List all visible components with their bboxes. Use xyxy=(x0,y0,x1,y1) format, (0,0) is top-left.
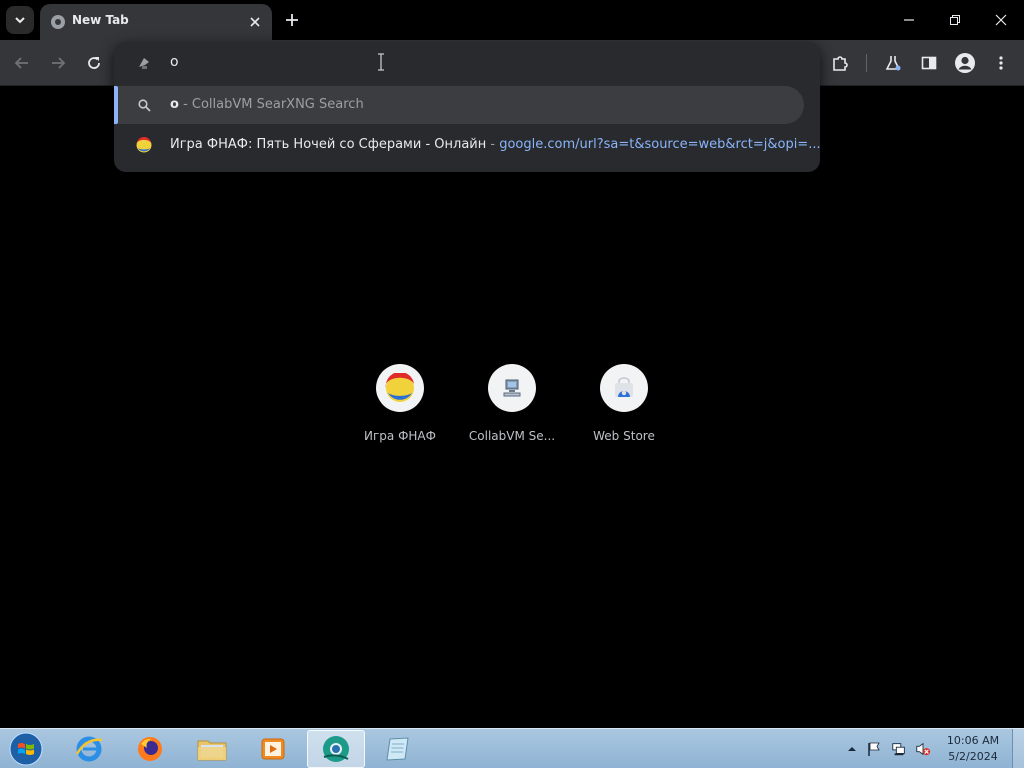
show-hidden-icons-button[interactable] xyxy=(844,741,860,757)
arrow-left-icon xyxy=(14,57,28,69)
tab-strip: New Tab xyxy=(0,0,1024,40)
tab-title: New Tab xyxy=(72,13,129,27)
labs-button[interactable] xyxy=(880,50,906,76)
omnibox-input[interactable]: o xyxy=(114,42,820,84)
arrow-right-icon xyxy=(52,57,66,69)
volume-muted-icon[interactable] xyxy=(915,741,931,757)
taskbar-media-player[interactable] xyxy=(244,730,302,768)
toolbar-divider xyxy=(866,54,867,72)
clock-time: 10:06 AM xyxy=(946,734,1000,747)
shortcut-web-store[interactable]: Web Store xyxy=(576,364,672,454)
taskbar-internet-explorer[interactable] xyxy=(60,730,118,768)
system-clock[interactable]: 10:06 AM 5/2/2024 xyxy=(940,733,1006,765)
extensions-button[interactable] xyxy=(827,50,853,76)
shortcut-collabvm[interactable]: CollabVM Se... xyxy=(464,364,560,454)
omnibox-input-text: o xyxy=(170,54,179,70)
flask-icon xyxy=(885,56,901,71)
suggestion-history-text: Игра ФНАФ: Пять Ночей со Сферами - Онлай… xyxy=(170,137,821,152)
tab-new-tab[interactable]: New Tab xyxy=(40,4,272,40)
internet-explorer-icon xyxy=(75,736,103,762)
back-button[interactable] xyxy=(9,50,35,76)
web-store-icon xyxy=(600,364,648,412)
text-cursor-icon xyxy=(378,53,384,71)
minimize-icon xyxy=(904,19,914,21)
avatar-icon xyxy=(955,53,975,73)
close-window-button[interactable] xyxy=(978,0,1024,40)
shortcut-label: Игра ФНАФ xyxy=(364,429,436,443)
side-panel-button[interactable] xyxy=(916,50,942,76)
restore-button[interactable] xyxy=(932,0,978,40)
tab-search-button[interactable] xyxy=(6,6,34,34)
shortcut-label: Web Store xyxy=(593,429,655,443)
minimize-button[interactable] xyxy=(886,0,932,40)
media-player-icon xyxy=(261,738,285,760)
search-icon xyxy=(136,97,152,113)
puzzle-icon xyxy=(833,56,848,71)
chevron-up-icon xyxy=(848,747,856,751)
taskbar-file-explorer[interactable] xyxy=(183,730,241,768)
firefox-icon xyxy=(138,737,162,761)
menu-button[interactable] xyxy=(988,50,1014,76)
plus-icon xyxy=(286,14,298,26)
site-favicon-icon xyxy=(136,137,152,153)
new-tab-button[interactable] xyxy=(280,8,304,32)
taskbar-firefox[interactable] xyxy=(121,730,179,768)
omnibox-dropdown: o o - CollabVM SearXNG Search Игра ФНАФ:… xyxy=(114,42,821,172)
profile-button[interactable] xyxy=(952,50,978,76)
search-engine-icon xyxy=(139,58,149,69)
browser-window: New Tab o o - CollabVM SearXNG Search Иг… xyxy=(0,0,1024,768)
start-button[interactable] xyxy=(6,731,46,767)
shortcut-fnaf-icon xyxy=(376,364,424,412)
computer-network-icon xyxy=(488,364,536,412)
windows-logo-icon xyxy=(9,732,43,766)
action-center-icon[interactable] xyxy=(866,741,882,757)
network-computer-icon xyxy=(892,743,905,756)
reload-icon xyxy=(88,57,100,69)
clock-date: 5/2/2024 xyxy=(948,750,998,763)
chromium-icon xyxy=(323,736,349,762)
reload-button[interactable] xyxy=(81,50,107,76)
suggestion-history[interactable]: Игра ФНАФ: Пять Ночей со Сферами - Онлай… xyxy=(114,126,821,164)
taskbar: 10:06 AM 5/2/2024 xyxy=(0,728,1024,768)
forward-button[interactable] xyxy=(45,50,71,76)
taskbar-notepad[interactable] xyxy=(369,730,427,768)
globe-icon xyxy=(51,15,65,29)
network-icon[interactable] xyxy=(891,741,907,757)
restore-icon xyxy=(950,15,960,25)
tab-close-button[interactable] xyxy=(246,13,264,31)
chevron-down-icon xyxy=(15,17,25,24)
show-desktop-button[interactable] xyxy=(1012,729,1024,768)
kebab-menu-icon xyxy=(999,56,1003,70)
close-icon xyxy=(995,14,1007,26)
suggestion-search-text: o - CollabVM SearXNG Search xyxy=(170,97,364,112)
taskbar-chromium-active[interactable] xyxy=(307,730,365,768)
speaker-muted-icon xyxy=(916,742,931,756)
shortcut-label: CollabVM Se... xyxy=(468,429,556,443)
selection-indicator xyxy=(114,86,118,124)
flag-icon xyxy=(868,742,880,756)
folder-icon xyxy=(197,740,227,761)
suggestion-search[interactable]: o - CollabVM SearXNG Search xyxy=(114,86,804,124)
side-panel-icon xyxy=(921,56,937,70)
shortcut-fnaf[interactable]: Игра ФНАФ xyxy=(352,364,448,454)
close-icon xyxy=(250,17,260,27)
notepad-icon xyxy=(386,737,409,761)
